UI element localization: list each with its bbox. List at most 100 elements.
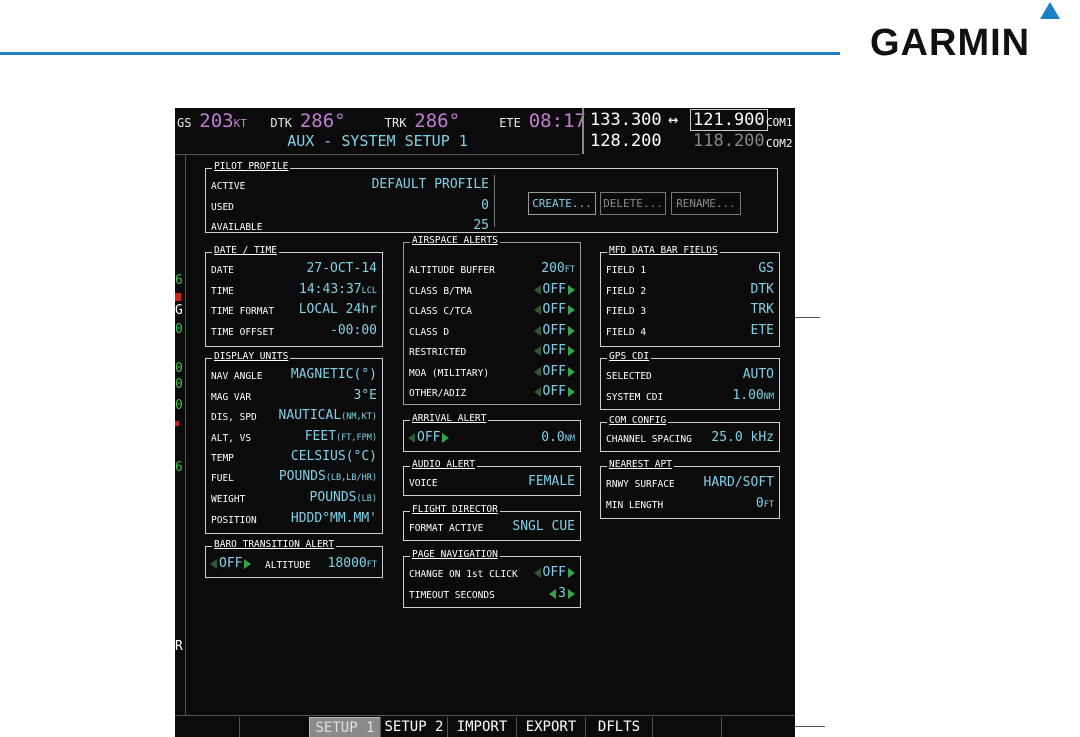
softkey-blank[interactable] [652,717,721,737]
strip-item: R [175,639,183,654]
mfd-data-bar-panel: MFD DATA BAR FIELDS FIELD 1 GS FIELD 2 DTK… [600,245,780,347]
softkey-blank[interactable] [721,717,795,737]
alt-vs-row[interactable]: ALT, VS FEET(FT,FPM) [211,429,377,447]
arrow-left-icon [549,588,557,599]
create-profile-button[interactable]: CREATE... [528,192,596,215]
softkey-export[interactable]: EXPORT [516,717,585,737]
arrow-right-icon [568,567,575,578]
arrow-right-icon [568,386,575,397]
date-time-panel: DATE / TIME DATE 27-OCT-14 TIME 14:43:37LC… [205,245,383,347]
field-4-row[interactable]: FIELD 4 ETE [606,323,774,341]
softkey-bar: SETUP 1 SETUP 2 IMPORT EXPORT DFLTS [175,715,795,737]
class-b-row[interactable]: CLASS B/TMA OFF [409,282,575,300]
delete-profile-button[interactable]: DELETE... [600,192,666,215]
audio-alert-panel: AUDIO ALERT VOICE FEMALE [403,459,581,496]
arrow-left-icon [533,284,541,295]
arrow-right-icon [568,284,575,295]
arrival-alert-toggle[interactable]: OFF [408,430,450,445]
arrow-right-icon [568,345,575,356]
system-cdi-row: SYSTEM CDI 1.00NM [606,388,774,403]
date-time-title: DATE / TIME [212,245,279,256]
profile-row-active: ACTIVE DEFAULT PROFILE [211,177,489,192]
field-3-row[interactable]: FIELD 3 TRK [606,302,774,320]
dis-spd-row[interactable]: DIS, SPD NAUTICAL(NM,KT) [211,408,377,426]
mag-var-row[interactable]: MAG VAR 3°E [211,388,377,406]
ete-label: ETE [499,116,521,130]
temp-row[interactable]: TEMP CELSIUS(°C) [211,449,377,467]
profile-row-used: USED 0 [211,198,489,213]
strip-item: G [175,303,183,318]
gs-value: 203KT [199,110,247,132]
arrival-alert-title: ARRIVAL ALERT [410,413,489,424]
com-config-title: COM CONFIG [607,415,669,426]
arrow-right-icon [568,366,575,377]
com-frequency-box: 133.300 ↔ 121.900 COM1 128.200 118.200 C… [582,108,795,154]
flight-director-title: FLIGHT DIRECTOR [410,504,500,515]
arrival-alert-distance[interactable]: 0.0NM [541,430,575,445]
gs-label: GS [177,116,192,130]
field-2-row[interactable]: FIELD 2 DTK [606,282,774,300]
weight-row[interactable]: WEIGHT POUNDS(LB) [211,490,377,508]
trk-label: TRK [384,116,407,130]
timeout-seconds-row[interactable]: TIMEOUT SECONDS 3 [409,586,575,604]
date-row: DATE 27-OCT-14 [211,261,377,276]
class-d-row[interactable]: CLASS D OFF [409,323,575,341]
channel-spacing-row[interactable]: CHANNEL SPACING 25.0 kHz [606,430,774,448]
rename-profile-button[interactable]: RENAME... [671,192,741,215]
audio-alert-title: AUDIO ALERT [410,459,477,470]
arrival-alert-panel: ARRIVAL ALERT OFF 0.0NM [403,413,581,452]
display-units-panel: DISPLAY UNITS NAV ANGLE MAGNETIC(°) MAG V… [205,351,383,534]
time-offset-row[interactable]: TIME OFFSET -00:00 [211,323,377,341]
softkey-dflts[interactable]: DFLTS [585,717,652,737]
change-on-click-row[interactable]: CHANGE ON 1st CLICK OFF [409,565,575,583]
dtk-value: 286° [299,110,346,132]
softkey-import[interactable]: IMPORT [447,717,516,737]
field-1-row[interactable]: FIELD 1 GS [606,261,774,279]
strip-red-marker [175,293,181,301]
time-format-row[interactable]: TIME FORMAT LOCAL 24hr [211,302,377,320]
profile-active-value[interactable]: DEFAULT PROFILE [372,177,489,192]
com-config-panel: COM CONFIG CHANNEL SPACING 25.0 kHz [600,415,780,452]
com2-label: COM2 [766,137,793,150]
arrow-left-icon [533,345,541,356]
baro-altitude-value[interactable]: 18000FT [328,556,377,571]
runway-surface-row[interactable]: RNWY SURFACE HARD/SOFT [606,475,774,493]
moa-row[interactable]: MOA (MILITARY) OFF [409,364,575,382]
min-length-row[interactable]: MIN LENGTH 0FT [606,496,774,514]
nav-angle-row[interactable]: NAV ANGLE MAGNETIC(°) [211,367,377,385]
arrow-left-icon [210,558,217,569]
strip-item: 0 [175,361,183,376]
cdi-selected-row[interactable]: SELECTED AUTO [606,367,774,385]
profile-row-available: AVAILABLE 25 [211,218,489,233]
arrow-right-icon [244,558,252,569]
altitude-buffer-row[interactable]: ALTITUDE BUFFER 200FT [409,261,575,279]
profile-divider [494,175,495,227]
arrow-right-icon [568,304,575,315]
arrow-right-icon [442,432,450,443]
com2-standby-freq[interactable]: 118.200 [693,131,765,151]
arrow-left-icon [408,432,415,443]
com1-standby-freq[interactable]: 121.900 [690,109,768,131]
page-title: AUX - SYSTEM SETUP 1 [287,132,468,150]
softkey-setup-1[interactable]: SETUP 1 [309,717,381,737]
strip-red-marker [175,421,179,426]
strip-item: 0 [175,398,183,413]
format-active-row[interactable]: FORMAT ACTIVE SNGL CUE [409,519,575,537]
swap-icon[interactable]: ↔ [668,110,678,130]
nearest-apt-panel: NEAREST APT RNWY SURFACE HARD/SOFT MIN LE… [600,459,780,519]
baro-alert-panel: BARO TRANSITION ALERT OFF ALTITUDE 18000… [205,539,383,578]
gps-cdi-panel: GPS CDI SELECTED AUTO SYSTEM CDI 1.00NM [600,351,780,410]
softkey-blank[interactable] [239,717,306,737]
other-adiz-row[interactable]: OTHER/ADIZ OFF [409,384,575,402]
time-row: TIME 14:43:37LCL [211,282,377,297]
fuel-row[interactable]: FUEL POUNDS(LB,LB/HR) [211,469,377,487]
baro-alert-toggle[interactable]: OFF [210,556,252,571]
voice-row[interactable]: VOICE FEMALE [409,474,575,492]
position-row[interactable]: POSITION HDDD°MM.MM' [211,511,377,529]
baro-alert-title: BARO TRANSITION ALERT [212,539,337,550]
softkey-setup-2[interactable]: SETUP 2 [380,717,447,737]
restricted-row[interactable]: RESTRICTED OFF [409,343,575,361]
strip-item: 0 [175,322,183,337]
class-c-row[interactable]: CLASS C/TCA OFF [409,302,575,320]
airspace-alerts-panel: AIRSPACE ALERTS ALTITUDE BUFFER 200FT CLA… [403,235,581,405]
